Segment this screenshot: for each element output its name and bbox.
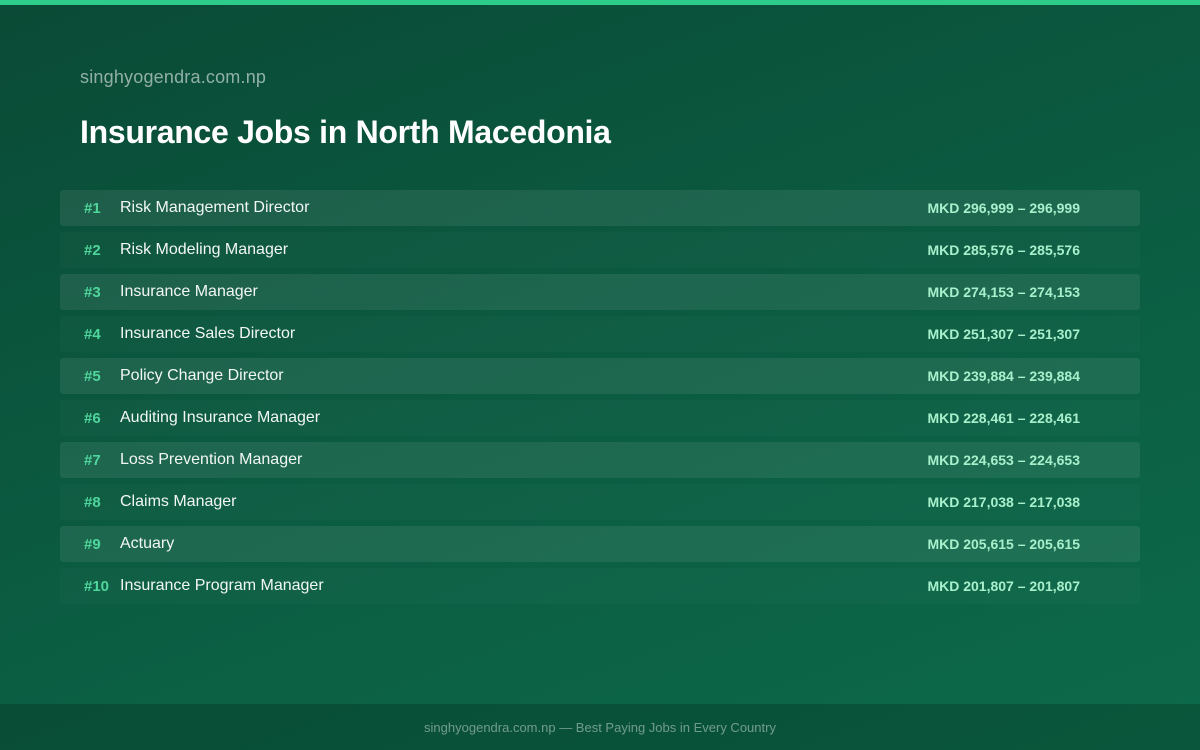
job-title: Actuary <box>120 535 175 552</box>
job-row: #7 Loss Prevention Manager MKD 224,653 –… <box>60 442 1140 478</box>
job-rank: #6 <box>84 409 101 427</box>
job-row: #10 Insurance Program Manager MKD 201,80… <box>60 568 1140 604</box>
job-salary: MKD 217,038 – 217,038 <box>927 494 1080 510</box>
job-title: Insurance Manager <box>120 283 258 300</box>
job-rank: #3 <box>84 283 101 301</box>
job-rank: #7 <box>84 451 101 469</box>
footer-text: singhyogendra.com.np — Best Paying Jobs … <box>424 719 776 735</box>
job-salary: MKD 205,615 – 205,615 <box>927 536 1080 552</box>
job-list: #1 Risk Management Director MKD 296,999 … <box>60 190 1140 610</box>
job-title: Loss Prevention Manager <box>120 451 303 468</box>
job-row: #8 Claims Manager MKD 217,038 – 217,038 <box>60 484 1140 520</box>
job-title: Risk Modeling Manager <box>120 241 289 258</box>
job-row: #4 Insurance Sales Director MKD 251,307 … <box>60 316 1140 352</box>
job-row: #2 Risk Modeling Manager MKD 285,576 – 2… <box>60 232 1140 268</box>
job-salary: MKD 285,576 – 285,576 <box>927 242 1080 258</box>
site-name: singhyogendra.com.np <box>80 67 267 87</box>
job-rank: #8 <box>84 493 101 511</box>
job-row: #6 Auditing Insurance Manager MKD 228,46… <box>60 400 1140 436</box>
page-title: Insurance Jobs in North Macedonia <box>80 114 611 150</box>
job-row: #9 Actuary MKD 205,615 – 205,615 <box>60 526 1140 562</box>
job-rank: #5 <box>84 367 101 385</box>
job-title: Insurance Sales Director <box>120 325 296 342</box>
job-rank: #9 <box>84 535 101 553</box>
job-title: Auditing Insurance Manager <box>120 409 321 426</box>
job-title: Insurance Program Manager <box>120 577 324 594</box>
job-salary: MKD 228,461 – 228,461 <box>927 410 1080 426</box>
job-salary: MKD 239,884 – 239,884 <box>927 368 1080 384</box>
job-title: Claims Manager <box>120 493 237 510</box>
top-accent-bar <box>0 0 1200 5</box>
job-title: Policy Change Director <box>120 367 284 384</box>
job-rank: #1 <box>84 199 101 217</box>
job-salary: MKD 201,807 – 201,807 <box>927 578 1080 594</box>
job-salary: MKD 224,653 – 224,653 <box>927 452 1080 468</box>
job-title: Risk Management Director <box>120 199 310 216</box>
job-rank: #4 <box>84 325 101 343</box>
job-row: #3 Insurance Manager MKD 274,153 – 274,1… <box>60 274 1140 310</box>
footer: singhyogendra.com.np — Best Paying Jobs … <box>0 704 1200 750</box>
job-rank: #2 <box>84 241 101 259</box>
job-row: #5 Policy Change Director MKD 239,884 – … <box>60 358 1140 394</box>
job-salary: MKD 274,153 – 274,153 <box>927 284 1080 300</box>
job-salary: MKD 251,307 – 251,307 <box>927 326 1080 342</box>
job-rank: #10 <box>84 577 110 595</box>
job-salary: MKD 296,999 – 296,999 <box>927 200 1080 216</box>
job-row: #1 Risk Management Director MKD 296,999 … <box>60 190 1140 226</box>
